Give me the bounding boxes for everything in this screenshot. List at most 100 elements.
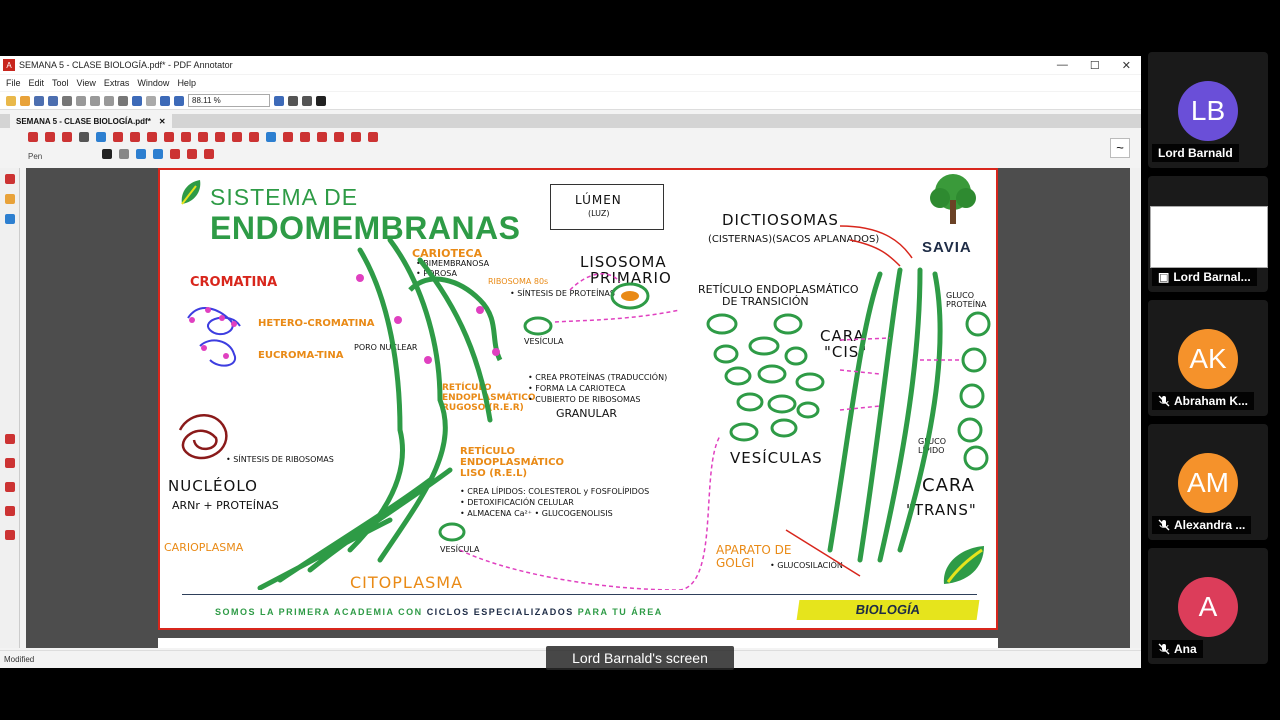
sigma-icon[interactable]	[351, 132, 361, 142]
sidebar-marker-icon[interactable]	[5, 458, 15, 468]
fullscreen-icon[interactable]	[316, 95, 326, 106]
pdf-annotator-icon: A	[3, 59, 15, 71]
menu-edit[interactable]: Edit	[29, 78, 45, 88]
line-icon[interactable]	[164, 132, 174, 142]
fit-width-icon[interactable]	[302, 95, 312, 106]
open-folder-icon[interactable]	[20, 95, 30, 106]
minimize-button[interactable]: —	[1057, 59, 1068, 71]
select-arrow-icon[interactable]	[28, 132, 38, 142]
menu-view[interactable]: View	[77, 78, 96, 88]
sidebar-pen-icon[interactable]	[5, 174, 15, 184]
stamp-icon[interactable]	[232, 132, 242, 142]
freehand-curve-icon[interactable]: ~	[1110, 138, 1130, 158]
participant-name: Alexandra ...	[1152, 516, 1252, 534]
menu-help[interactable]: Help	[177, 78, 196, 88]
participant-tile-4[interactable]: AM Alexandra ...	[1148, 424, 1268, 540]
save-icon[interactable]	[34, 95, 44, 106]
sidebar-shapes-icon[interactable]	[5, 530, 15, 540]
zoom-out-icon[interactable]	[174, 95, 184, 106]
pen-color-icon[interactable]	[102, 149, 112, 159]
text-bold-icon[interactable]	[170, 149, 180, 159]
tab-label: SEMANA 5 - CLASE BIOLOGÍA.pdf*	[16, 116, 151, 126]
menu-tool[interactable]: Tool	[52, 78, 69, 88]
screen-share-thumbnail	[1150, 206, 1268, 268]
current-tool-label: Pen	[28, 152, 43, 161]
delete-icon[interactable]	[118, 95, 128, 106]
sidebar-attach-icon[interactable]	[5, 214, 15, 224]
rectangle-icon[interactable]	[198, 132, 208, 142]
smooth-stroke-icon[interactable]	[136, 149, 146, 159]
cut-icon[interactable]	[76, 95, 86, 106]
participant-name-text: Lord Barnal...	[1173, 270, 1251, 284]
pen-tool-icon[interactable]	[96, 132, 106, 142]
shared-screen: A SEMANA 5 - CLASE BIOLOGÍA.pdf* - PDF A…	[0, 56, 1141, 668]
participant-name-text: Lord Barnald	[1158, 146, 1233, 160]
tab-document[interactable]: SEMANA 5 - CLASE BIOLOGÍA.pdf* ✕	[10, 114, 172, 128]
participant-tile-2[interactable]: ▣ Lord Barnal...	[1148, 176, 1268, 292]
favorites-heart-icon[interactable]	[368, 132, 378, 142]
find-icon[interactable]	[160, 95, 170, 106]
document-viewport[interactable]: SISTEMA DE ENDOMEMBRANAS LÚMEN (LUZ) SAV…	[26, 168, 1130, 648]
avatar: AK	[1178, 329, 1238, 389]
eraser-icon[interactable]	[62, 132, 72, 142]
redo-icon[interactable]	[146, 95, 156, 106]
new-file-icon[interactable]	[6, 95, 16, 106]
crop-icon[interactable]	[317, 132, 327, 142]
typewriter-icon[interactable]	[130, 132, 140, 142]
select-annotation-icon[interactable]	[45, 132, 55, 142]
pen-width-icon[interactable]	[119, 149, 129, 159]
screen-share-icon: ▣	[1158, 270, 1170, 284]
highlighter-icon[interactable]	[147, 132, 157, 142]
undo-icon[interactable]	[132, 95, 142, 106]
endomembrane-diagram	[178, 225, 991, 590]
participant-name: ▣ Lord Barnal...	[1152, 268, 1257, 286]
maximize-button[interactable]: ☐	[1090, 59, 1100, 72]
participant-tile-1[interactable]: LB Lord Barnald	[1148, 52, 1268, 168]
annotation-toolbar: Pen ~	[20, 130, 1140, 164]
zoom-in-icon[interactable]	[274, 95, 284, 106]
tab-close-icon[interactable]: ✕	[159, 117, 166, 126]
mic-off-icon	[1158, 519, 1170, 531]
participant-name: Lord Barnald	[1152, 144, 1239, 162]
menu-window[interactable]: Window	[137, 78, 169, 88]
vertical-scrollbar[interactable]	[1130, 168, 1141, 648]
copy-icon[interactable]	[90, 95, 100, 106]
menu-extras[interactable]: Extras	[104, 78, 130, 88]
participant-name-text: Abraham K...	[1174, 394, 1249, 408]
comment-icon[interactable]	[283, 132, 293, 142]
print-icon[interactable]	[62, 95, 72, 106]
participant-name: Abraham K...	[1152, 392, 1255, 410]
measure-icon[interactable]	[249, 132, 259, 142]
participant-name-text: Alexandra ...	[1174, 518, 1246, 532]
sidebar-bookmark-icon[interactable]	[5, 194, 15, 204]
zoom-input[interactable]: 88.11 %	[188, 94, 270, 107]
straight-line-icon[interactable]	[153, 149, 163, 159]
sidebar-heart-icon[interactable]	[5, 434, 15, 444]
text-tool-icon[interactable]	[113, 132, 123, 142]
close-window-button[interactable]: ✕	[1122, 59, 1131, 72]
arrow-tool-icon[interactable]	[181, 132, 191, 142]
participant-tile-5[interactable]: A Ana	[1148, 548, 1268, 664]
ellipse-icon[interactable]	[215, 132, 225, 142]
mic-off-icon	[1158, 643, 1170, 655]
footer-slogan-pre: SOMOS LA PRIMERA ACADEMIA CON	[215, 607, 423, 617]
footer-slogan-post: PARA TU ÁREA	[577, 607, 663, 617]
menu-bar: File Edit Tool View Extras Window Help	[0, 75, 1141, 91]
text-format-icon[interactable]	[204, 149, 214, 159]
marker-icon[interactable]	[334, 132, 344, 142]
link-icon[interactable]	[266, 132, 276, 142]
leaf-decor-icon	[943, 546, 984, 584]
magnifier-icon[interactable]	[79, 132, 89, 142]
sidebar-highlight-icon[interactable]	[5, 482, 15, 492]
menu-file[interactable]: File	[6, 78, 21, 88]
paste-icon[interactable]	[104, 95, 114, 106]
screen-share-label: Lord Barnald's screen	[546, 646, 734, 670]
text-italic-icon[interactable]	[187, 149, 197, 159]
camera-icon[interactable]	[300, 132, 310, 142]
save-as-icon[interactable]	[48, 95, 58, 106]
fit-page-icon[interactable]	[288, 95, 298, 106]
pdf-page: SISTEMA DE ENDOMEMBRANAS LÚMEN (LUZ) SAV…	[158, 168, 998, 630]
sidebar-stamp-icon[interactable]	[5, 506, 15, 516]
document-tabs: SEMANA 5 - CLASE BIOLOGÍA.pdf* ✕	[0, 114, 1141, 128]
participant-tile-3[interactable]: AK Abraham K...	[1148, 300, 1268, 416]
